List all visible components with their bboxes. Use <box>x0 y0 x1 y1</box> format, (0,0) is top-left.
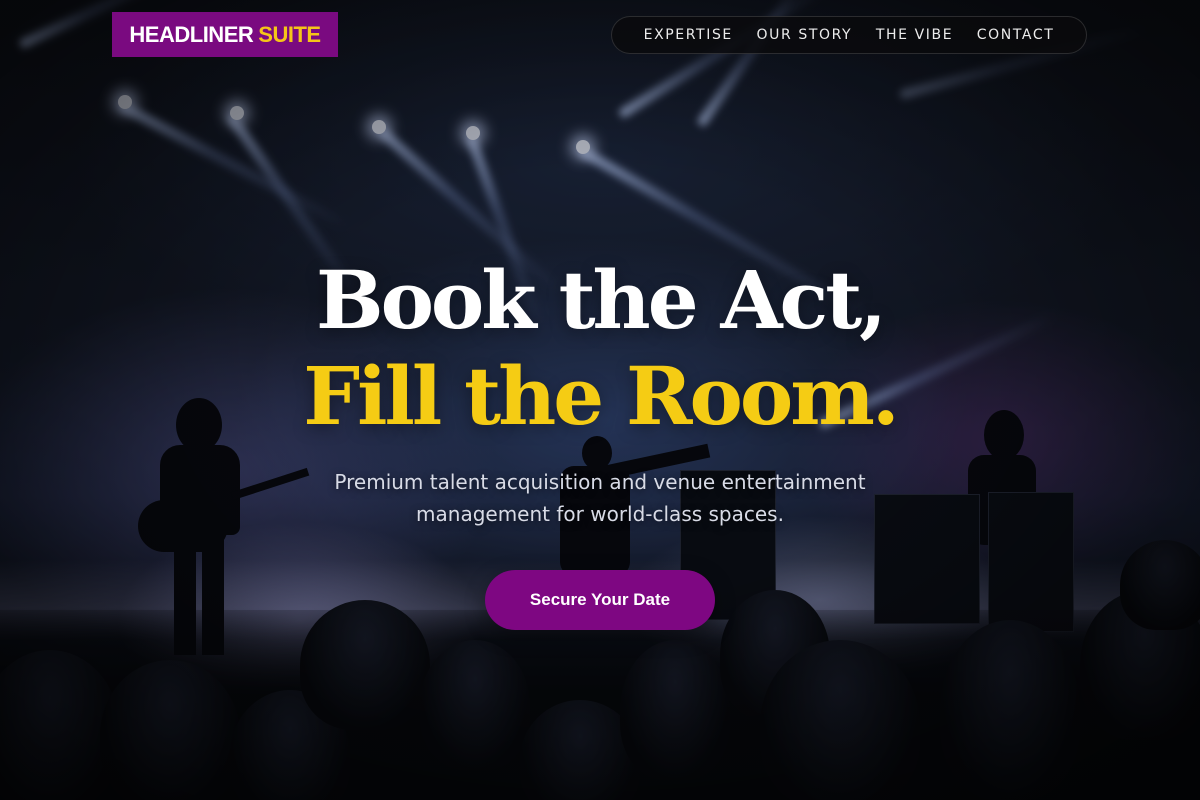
brand-accent: SUITE <box>258 21 321 47</box>
brand-name: HEADLINER <box>129 21 254 47</box>
hero-subheading: Premium talent acquisition and venue ent… <box>334 470 866 526</box>
hero-headline-line2: Fill the Room. <box>303 349 899 443</box>
nav-item-our-story[interactable]: OUR STORY <box>757 27 853 43</box>
nav-item-expertise[interactable]: EXPERTISE <box>644 27 733 43</box>
main-nav: EXPERTISE OUR STORY THE VIBE CONTACT <box>611 16 1087 54</box>
nav-item-contact[interactable]: CONTACT <box>977 27 1055 43</box>
secure-your-date-button[interactable]: Secure Your Date <box>485 570 715 630</box>
hero-headline: Book the Act, Fill the Room. <box>0 252 1200 444</box>
nav-item-the-vibe[interactable]: THE VIBE <box>876 27 953 43</box>
brand-logo[interactable]: HEADLINER SUITE <box>112 12 338 57</box>
hero-headline-line1: Book the Act, <box>315 253 887 347</box>
